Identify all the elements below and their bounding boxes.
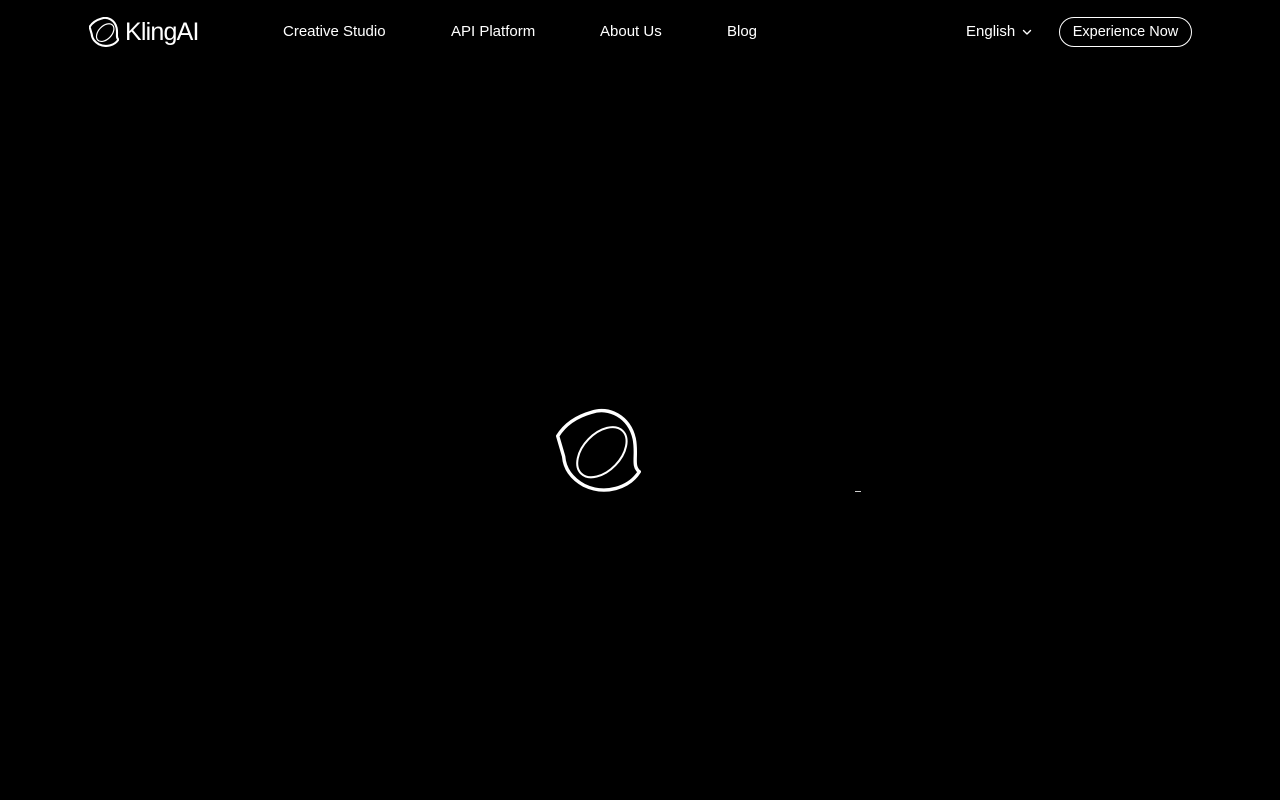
experience-now-button[interactable]: Experience Now (1059, 17, 1192, 47)
top-navigation-bar: KlingAI Creative Studio API Platform Abo… (0, 0, 1280, 64)
nav-link-api-platform[interactable]: API Platform (451, 22, 535, 42)
loading-indicator (855, 491, 861, 492)
page: KlingAI Creative Studio API Platform Abo… (0, 0, 1280, 800)
nav-link-about-us[interactable]: About Us (600, 22, 662, 42)
chevron-down-icon (1023, 29, 1032, 35)
nav-link-blog[interactable]: Blog (727, 22, 757, 42)
language-selector[interactable]: English (966, 22, 1033, 42)
brand-logo-link[interactable]: KlingAI (89, 16, 199, 48)
language-label: English (966, 23, 1016, 40)
kling-logo-icon (556, 409, 641, 492)
nav-link-creative-studio[interactable]: Creative Studio (283, 22, 386, 42)
kling-logo-icon (89, 17, 119, 47)
brand-name: KlingAI (125, 18, 199, 46)
